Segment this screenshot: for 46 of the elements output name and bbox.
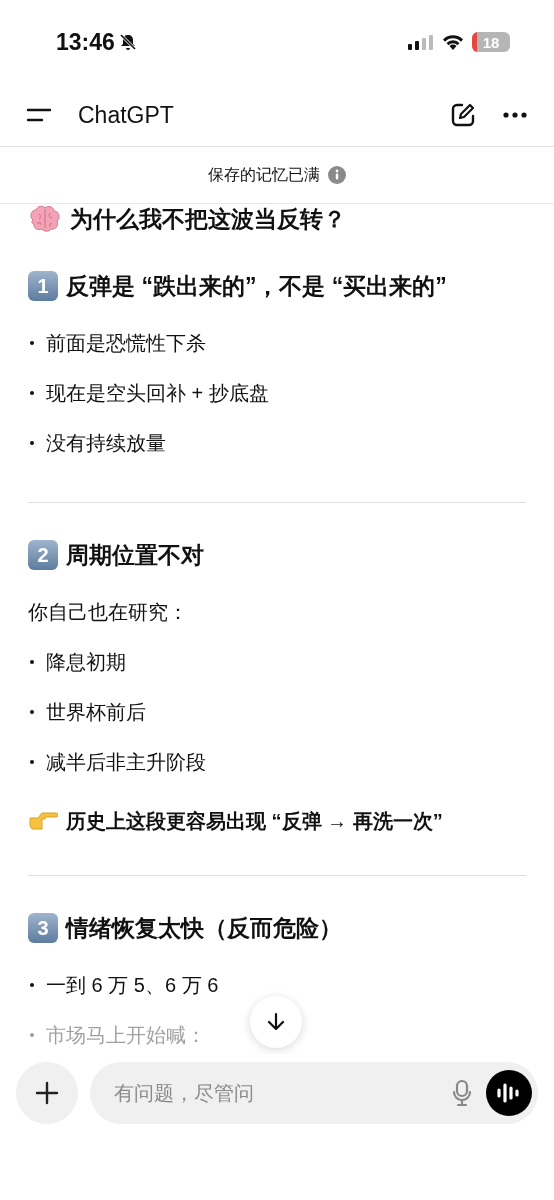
list-item: 降息初期 — [46, 649, 126, 675]
message-field[interactable]: 有问题，尽管问 — [90, 1062, 538, 1124]
list-item: 没有持续放量 — [46, 430, 166, 456]
signal-icon — [408, 34, 434, 50]
bullet-icon — [30, 341, 34, 345]
bell-off-icon — [118, 33, 137, 51]
battery-indicator: 18 — [472, 32, 510, 52]
status-time: 13:46 — [56, 28, 115, 56]
list-item: 前面是恐慌性下杀 — [46, 330, 206, 356]
list-item: 世界杯前后 — [46, 699, 146, 725]
wifi-icon — [442, 34, 464, 50]
memory-full-notice: 保存的记忆已满 — [208, 164, 320, 185]
bullet-icon — [30, 710, 34, 714]
more-icon[interactable] — [502, 111, 528, 119]
app-title: ChatGPT — [78, 101, 174, 129]
number-keycap: 2 — [28, 540, 58, 570]
bullet-icon — [30, 1033, 34, 1037]
brain-icon — [28, 204, 62, 234]
arrow-down-icon — [265, 1011, 287, 1033]
message-input[interactable]: 有问题，尽管问 — [112, 1080, 438, 1106]
new-chat-icon[interactable] — [450, 102, 476, 128]
paragraph: 你自己也在研究： — [28, 599, 189, 625]
info-icon[interactable] — [328, 166, 346, 184]
pointing-hand-icon — [28, 810, 58, 832]
section-heading: 为什么我不把这波当反转？ — [70, 204, 346, 234]
list-item: 市场马上开始喊： — [46, 1022, 206, 1048]
section-heading: 情绪恢复太快（反而危险） — [66, 913, 342, 943]
bullet-icon — [30, 441, 34, 445]
section-heading: 周期位置不对 — [66, 540, 204, 570]
list-item: 现在是空头回补 + 抄底盘 — [46, 380, 269, 406]
bullet-icon — [30, 760, 34, 764]
scroll-down-button[interactable] — [250, 996, 302, 1048]
menu-icon[interactable] — [26, 107, 52, 123]
voice-mode-button[interactable] — [486, 1070, 532, 1116]
bullet-icon — [30, 983, 34, 987]
section-heading: 反弹是 “跌出来的”，不是 “买出来的” — [66, 271, 447, 301]
plus-icon — [35, 1081, 59, 1105]
list-item: 减半后非主升阶段 — [46, 749, 206, 775]
bullet-icon — [30, 391, 34, 395]
number-keycap: 3 — [28, 913, 58, 943]
list-item: 一到 6 万 5、6 万 6 — [46, 972, 219, 998]
number-keycap: 1 — [28, 271, 58, 301]
microphone-icon[interactable] — [452, 1079, 472, 1107]
sound-wave-icon — [496, 1082, 522, 1104]
callout-text: 历史上这段更容易出现 “反弹 → 再洗一次” — [66, 808, 443, 834]
bullet-icon — [30, 660, 34, 664]
